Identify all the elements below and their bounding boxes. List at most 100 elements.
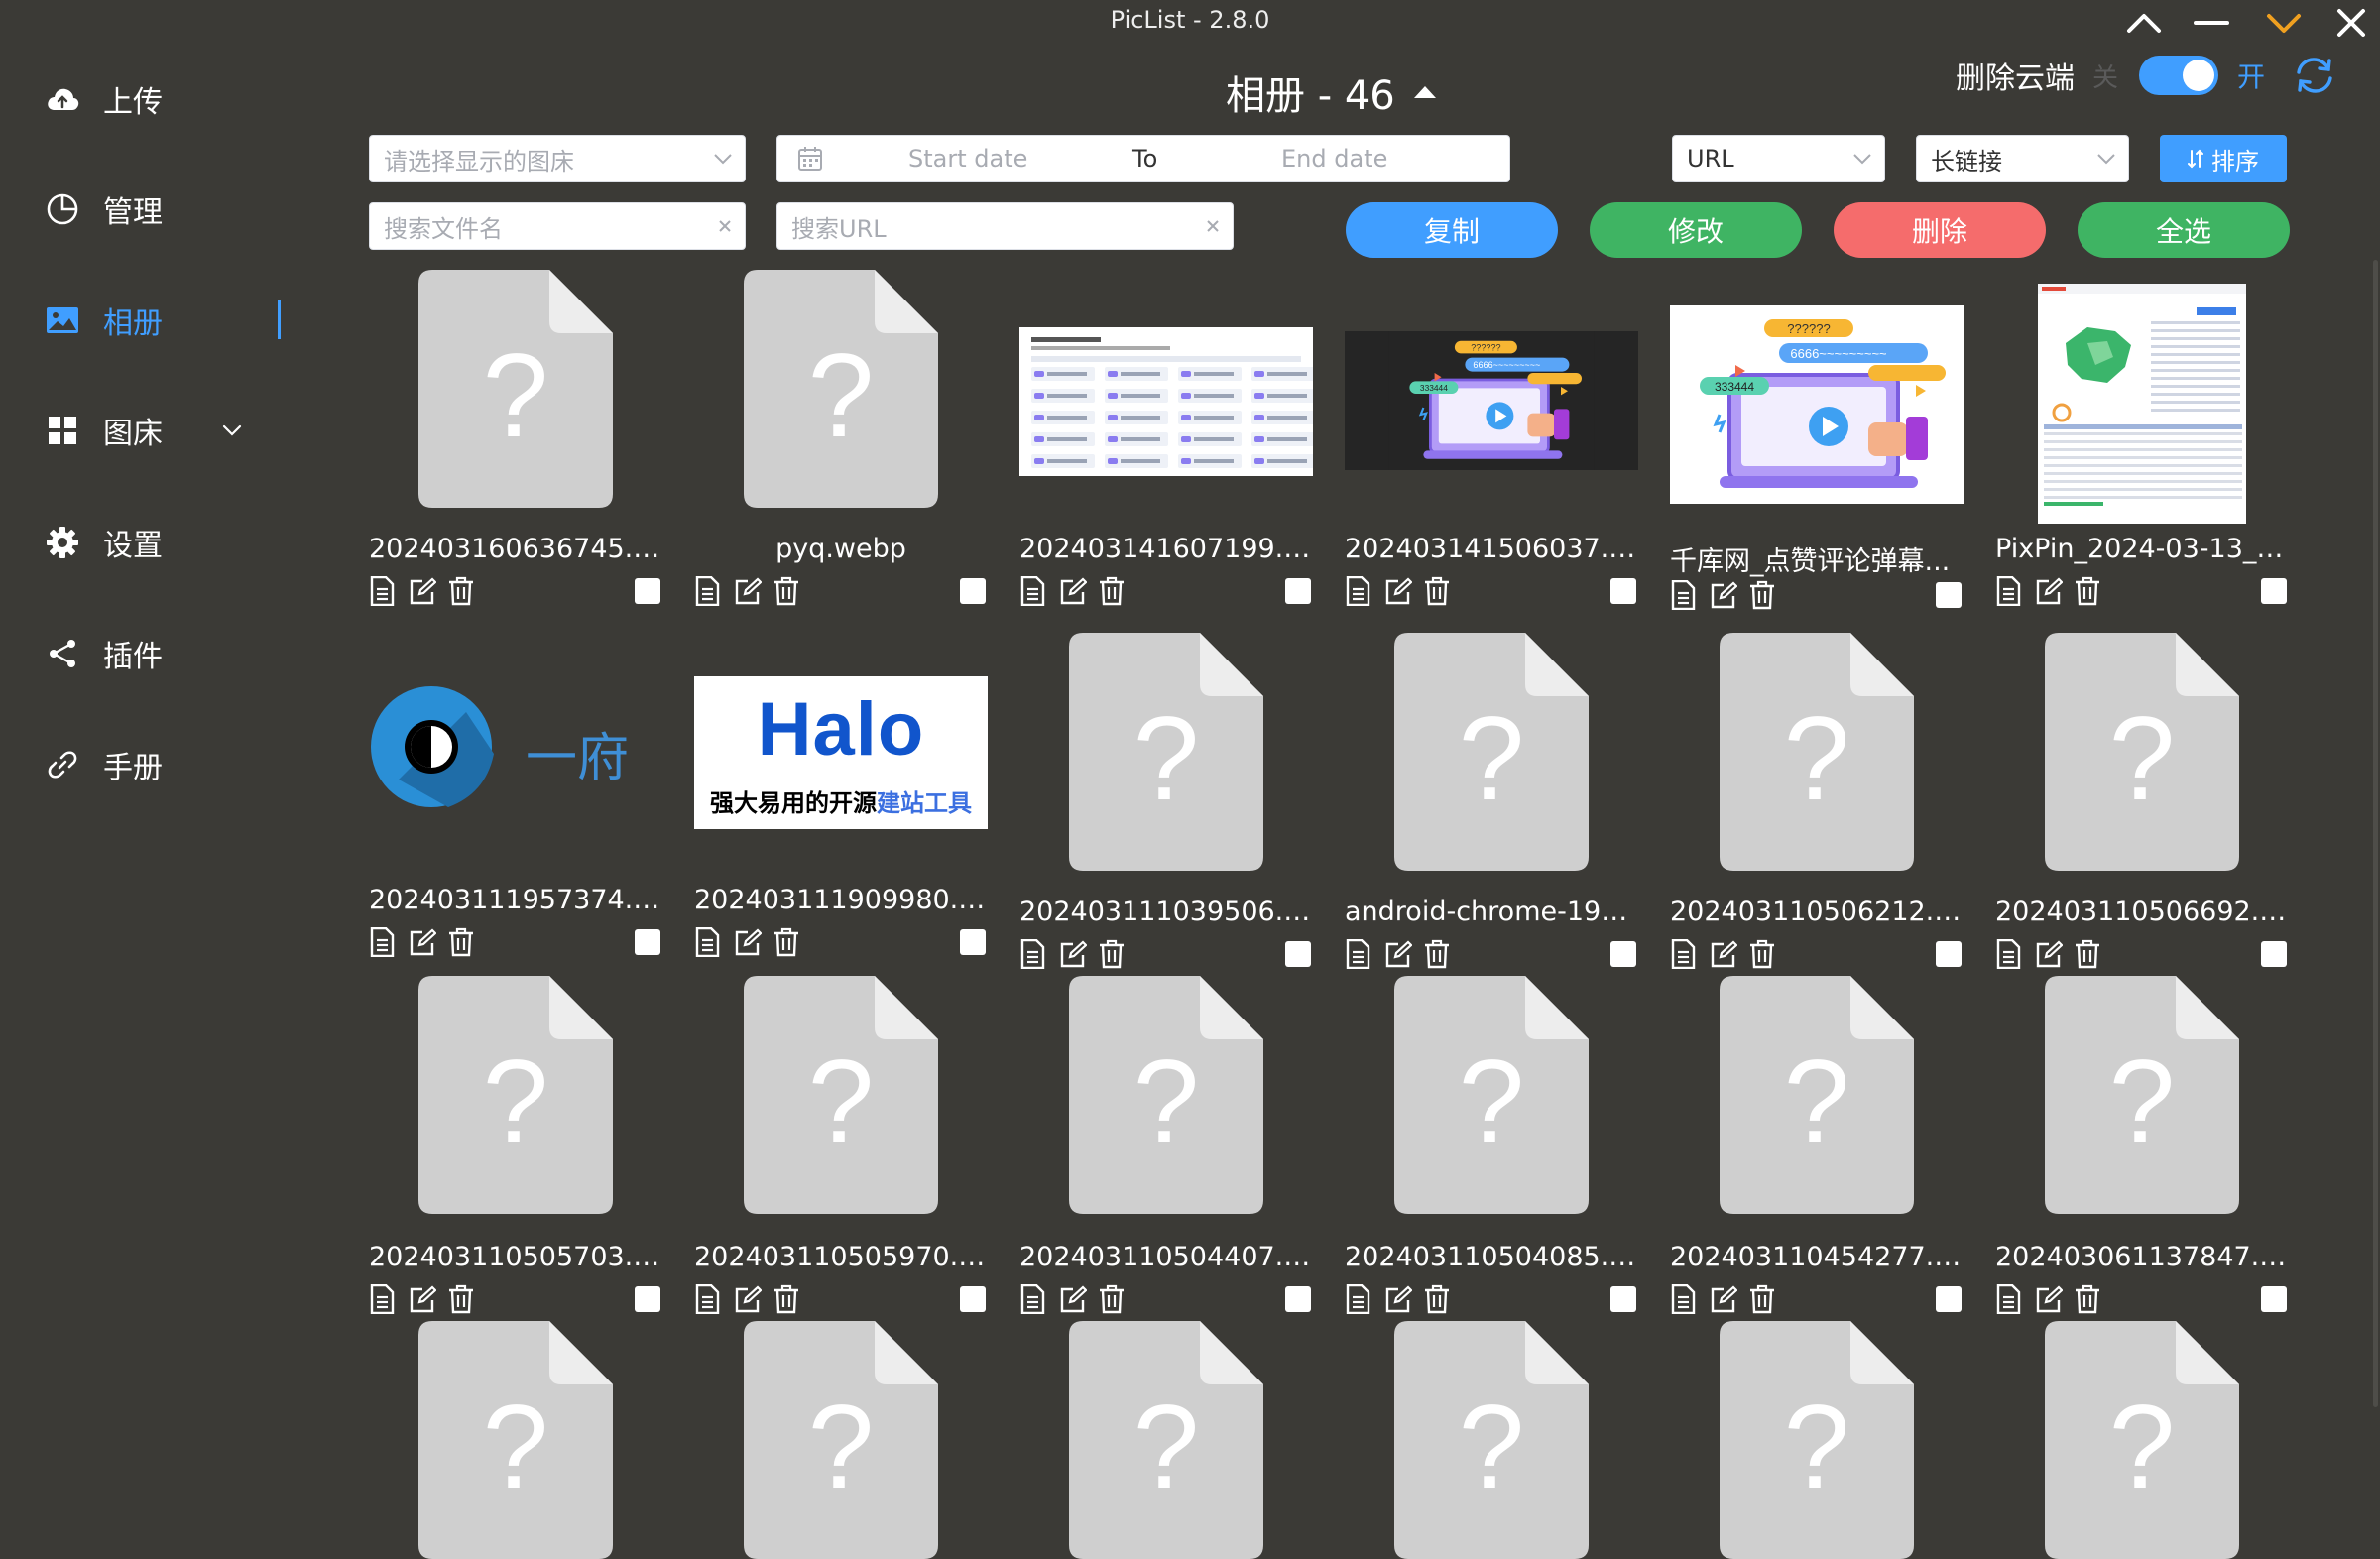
edit-icon[interactable] xyxy=(409,575,448,607)
thumbnail[interactable]: ? xyxy=(1345,1321,1638,1559)
thumbnail[interactable]: ? xyxy=(694,270,988,508)
file-info-icon[interactable] xyxy=(694,1283,734,1315)
file-info-icon[interactable] xyxy=(1670,1283,1710,1315)
delete-icon[interactable] xyxy=(774,1283,813,1315)
edit-icon[interactable] xyxy=(2035,575,2075,607)
select-checkbox[interactable] xyxy=(1610,941,1636,967)
delete-icon[interactable] xyxy=(1424,1283,1464,1315)
file-info-icon[interactable] xyxy=(1995,938,2035,970)
edit-icon[interactable] xyxy=(1059,575,1099,607)
edit-icon[interactable] xyxy=(409,926,448,958)
edit-icon[interactable] xyxy=(1384,938,1424,970)
search-filename-input[interactable]: 搜索文件名 xyxy=(369,202,746,250)
file-info-icon[interactable] xyxy=(1995,575,2035,607)
file-info-icon[interactable] xyxy=(1019,575,1059,607)
delete-icon[interactable] xyxy=(1424,938,1464,970)
edit-icon[interactable] xyxy=(1710,579,1749,611)
delete-icon[interactable] xyxy=(1749,579,1789,611)
edit-icon[interactable] xyxy=(734,926,774,958)
edit-icon[interactable] xyxy=(1059,938,1099,970)
sidebar-item-manage[interactable]: 管理 xyxy=(44,180,282,239)
link-type-select[interactable]: 长链接 xyxy=(1916,135,2129,182)
thumbnail[interactable]: ? xyxy=(369,976,662,1214)
edit-icon[interactable] xyxy=(734,575,774,607)
thumbnail[interactable]: ? xyxy=(1670,976,1964,1214)
minimize-icon[interactable] xyxy=(2184,0,2239,46)
edit-icon[interactable] xyxy=(1710,938,1749,970)
thumbnail[interactable]: ? xyxy=(1019,1321,1313,1559)
thumbnail[interactable]: ? xyxy=(1670,1321,1964,1559)
search-url-input[interactable]: 搜索URL xyxy=(776,202,1234,250)
edit-icon[interactable] xyxy=(2035,1283,2075,1315)
thumbnail[interactable]: ? xyxy=(694,976,988,1214)
edit-button[interactable]: 修改 xyxy=(1590,202,1802,258)
file-info-icon[interactable] xyxy=(369,926,409,958)
sidebar-item-manual[interactable]: 手册 xyxy=(44,735,282,794)
thumbnail[interactable]: Halo 强大易用的开源建站工具 xyxy=(694,676,988,829)
edit-icon[interactable] xyxy=(1059,1283,1099,1315)
delete-cloud-toggle[interactable] xyxy=(2139,56,2218,95)
delete-icon[interactable] xyxy=(2075,938,2114,970)
edit-icon[interactable] xyxy=(1384,575,1424,607)
select-checkbox[interactable] xyxy=(1936,941,1962,967)
delete-icon[interactable] xyxy=(2075,1283,2114,1315)
delete-icon[interactable] xyxy=(448,1283,488,1315)
thumbnail[interactable] xyxy=(1995,284,2289,524)
file-info-icon[interactable] xyxy=(1019,938,1059,970)
delete-icon[interactable] xyxy=(774,575,813,607)
delete-icon[interactable] xyxy=(448,575,488,607)
select-checkbox[interactable] xyxy=(635,578,660,604)
thumbnail[interactable]: ?????? 6666~~~~~~~~~ 333444 xyxy=(1670,305,1964,504)
thumbnail[interactable]: ? xyxy=(1995,976,2289,1214)
select-checkbox[interactable] xyxy=(1936,582,1962,608)
delete-icon[interactable] xyxy=(774,926,813,958)
edit-icon[interactable] xyxy=(409,1283,448,1315)
chevron-down-icon[interactable] xyxy=(2256,0,2312,46)
close-icon[interactable] xyxy=(2323,0,2379,46)
delete-icon[interactable] xyxy=(1099,1283,1138,1315)
edit-icon[interactable] xyxy=(2035,938,2075,970)
select-checkbox[interactable] xyxy=(2261,1286,2287,1312)
date-range-picker[interactable]: Start date To End date xyxy=(776,135,1510,182)
thumbnail[interactable]: ? xyxy=(369,270,662,508)
select-checkbox[interactable] xyxy=(2261,578,2287,604)
clear-icon[interactable] xyxy=(717,218,733,234)
thumbnail[interactable]: ? xyxy=(1345,976,1638,1214)
thumbnail[interactable]: ? xyxy=(694,1321,988,1559)
select-checkbox[interactable] xyxy=(1610,1286,1636,1312)
file-info-icon[interactable] xyxy=(694,575,734,607)
select-all-button[interactable]: 全选 xyxy=(2078,202,2290,258)
delete-icon[interactable] xyxy=(2075,575,2114,607)
sidebar-item-picbed[interactable]: 图床 xyxy=(44,401,282,460)
sidebar-item-album[interactable]: 相册 xyxy=(44,291,282,350)
file-info-icon[interactable] xyxy=(369,1283,409,1315)
start-date-input[interactable]: Start date xyxy=(908,145,1027,173)
select-checkbox[interactable] xyxy=(635,929,660,955)
select-checkbox[interactable] xyxy=(1285,1286,1311,1312)
thumbnail[interactable]: ? xyxy=(1345,633,1638,871)
clear-icon[interactable] xyxy=(1205,218,1221,234)
delete-icon[interactable] xyxy=(1749,1283,1789,1315)
delete-icon[interactable] xyxy=(1099,938,1138,970)
thumbnail[interactable]: ? xyxy=(1019,976,1313,1214)
edit-icon[interactable] xyxy=(734,1283,774,1315)
url-type-select[interactable]: URL xyxy=(1672,135,1885,182)
end-date-input[interactable]: End date xyxy=(1281,145,1387,173)
thumbnail[interactable]: ? xyxy=(369,1321,662,1559)
thumbnail[interactable]: ? xyxy=(1019,633,1313,871)
thumbnail[interactable] xyxy=(1019,327,1313,476)
file-info-icon[interactable] xyxy=(1995,1283,2035,1315)
edit-icon[interactable] xyxy=(1710,1283,1749,1315)
thumbnail[interactable]: 一府 xyxy=(369,672,662,821)
delete-button[interactable]: 删除 xyxy=(1834,202,2046,258)
file-info-icon[interactable] xyxy=(1345,1283,1384,1315)
select-checkbox[interactable] xyxy=(1936,1286,1962,1312)
sidebar-item-settings[interactable]: 设置 xyxy=(44,513,282,572)
delete-icon[interactable] xyxy=(1424,575,1464,607)
select-checkbox[interactable] xyxy=(1610,578,1636,604)
collapse-up-icon[interactable] xyxy=(2116,0,2172,46)
file-info-icon[interactable] xyxy=(1019,1283,1059,1315)
picbed-select[interactable]: 请选择显示的图床 xyxy=(369,135,746,182)
file-info-icon[interactable] xyxy=(1345,938,1384,970)
select-checkbox[interactable] xyxy=(1285,941,1311,967)
